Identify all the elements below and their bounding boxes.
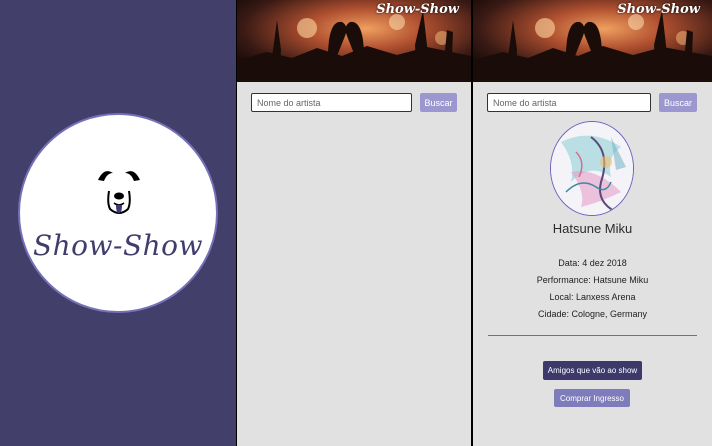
- event-performance: Performance: Hatsune Miku: [536, 275, 649, 285]
- event-city: Cidade: Cologne, Germany: [537, 309, 648, 319]
- search-input[interactable]: [251, 93, 412, 112]
- dog-logo-icon: [98, 171, 140, 214]
- splash-screen: Show-Show: [0, 0, 236, 446]
- header-banner: Show-Show: [237, 0, 471, 82]
- search-button[interactable]: Buscar: [659, 93, 697, 112]
- event-date: Data: 4 dez 2018: [558, 258, 627, 268]
- header-brand: Show-Show: [617, 2, 700, 17]
- friends-attending-button[interactable]: Amigos que vão ao show: [543, 361, 642, 380]
- splash-logo-text: Show-Show: [32, 229, 204, 262]
- splash-logo-circle: Show-Show: [18, 113, 218, 313]
- search-button[interactable]: Buscar: [420, 93, 457, 112]
- artist-avatar: [550, 121, 634, 216]
- search-input[interactable]: [487, 93, 651, 112]
- header-banner: Show-Show: [473, 0, 712, 82]
- artist-name: Hatsune Miku: [552, 221, 633, 236]
- artist-detail-screen: Show-Show Buscar Hatsune Miku Data: 4 de…: [473, 0, 712, 446]
- search-screen: Show-Show Buscar: [237, 0, 471, 446]
- header-brand: Show-Show: [376, 2, 459, 17]
- divider: [488, 335, 697, 336]
- buy-ticket-button[interactable]: Comprar Ingresso: [554, 389, 630, 407]
- event-venue: Local: Lanxess Arena: [549, 292, 636, 302]
- artist-artwork-image: [551, 122, 633, 215]
